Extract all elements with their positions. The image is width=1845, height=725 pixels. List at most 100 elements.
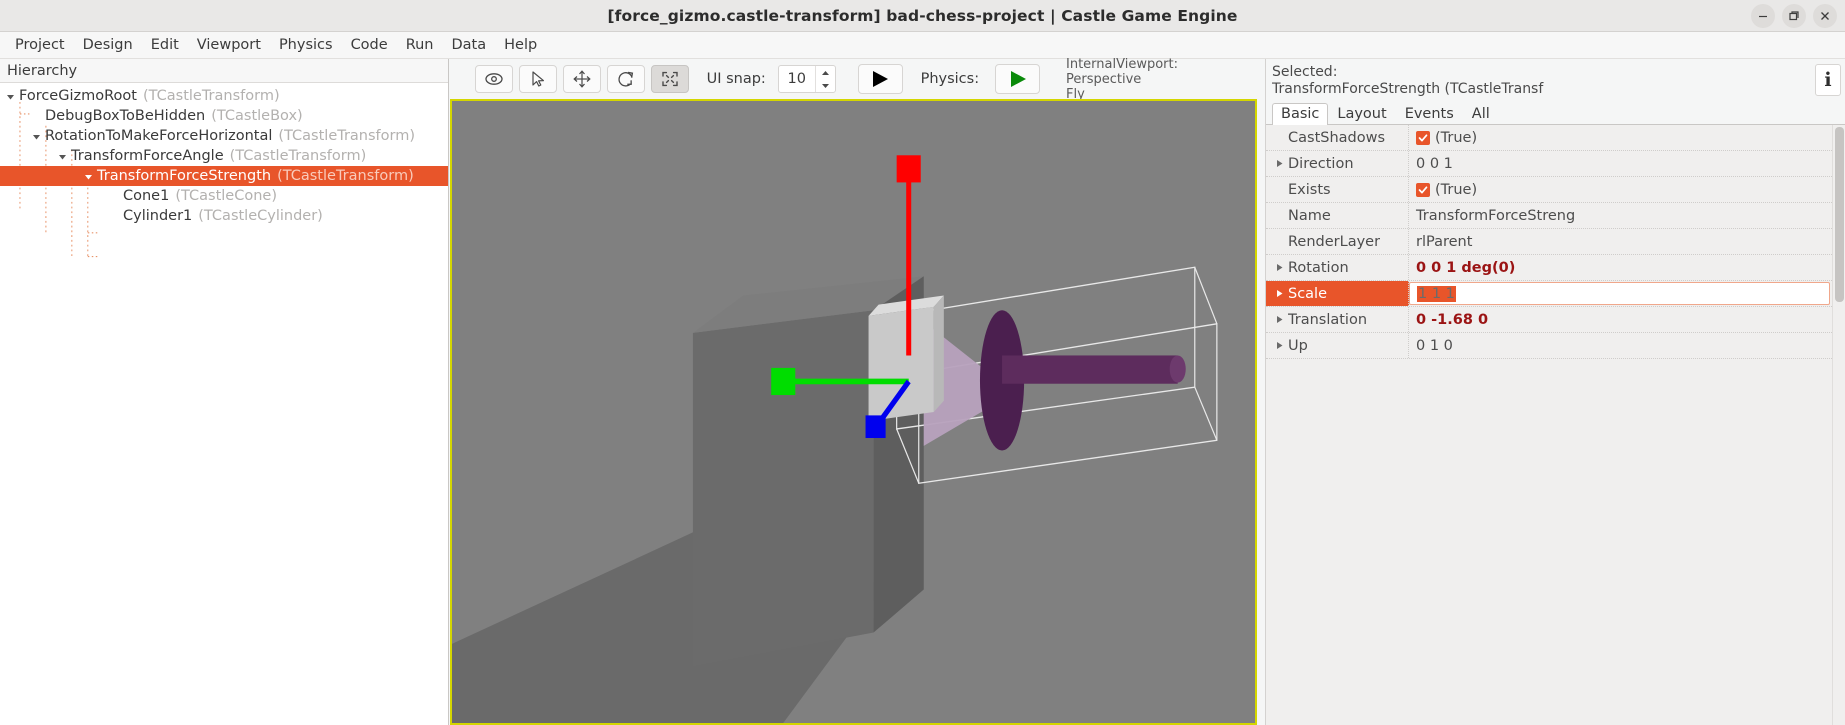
menu-item-code[interactable]: Code [342, 34, 397, 56]
tree-node-name: RotationToMakeForceHorizontal [45, 128, 273, 144]
gizmo-y-handle [896, 155, 921, 183]
menu-item-project[interactable]: Project [6, 34, 74, 56]
menu-item-design[interactable]: Design [74, 34, 142, 56]
property-name[interactable]: CastShadows [1266, 125, 1409, 150]
property-value[interactable]: rlParent [1409, 229, 1832, 254]
tab-basic[interactable]: Basic [1272, 103, 1329, 125]
hierarchy-panel: Hierarchy ForceGizmoRoot (TCastleTransfor… [0, 59, 449, 725]
property-name[interactable]: Direction [1266, 151, 1409, 176]
tree-node[interactable]: TransformForceStrength (TCastleTransform) [0, 166, 448, 186]
viewport-info-label: InternalViewport: Perspective Fly [1066, 56, 1178, 102]
ui-snap-value[interactable]: 10 [779, 66, 815, 92]
select-tool-button[interactable] [518, 65, 557, 93]
expand-triangle-icon[interactable] [1275, 340, 1286, 351]
tree-node[interactable]: ForceGizmoRoot (TCastleTransform) [0, 86, 448, 106]
property-value-text: (True) [1435, 181, 1478, 198]
tree-node-class: (TCastleCone) [175, 188, 277, 204]
tree-node[interactable]: Cylinder1 (TCastleCylinder) [0, 206, 448, 226]
expand-triangle-icon[interactable] [82, 170, 95, 183]
tab-all[interactable]: All [1463, 103, 1499, 125]
menu-item-help[interactable]: Help [495, 34, 546, 56]
property-name[interactable]: Scale [1266, 281, 1409, 306]
property-row[interactable]: Scale 1 1 1 [1266, 281, 1832, 307]
property-value[interactable]: (True) [1409, 177, 1832, 202]
expand-triangle-icon[interactable] [4, 90, 17, 103]
menu-bar: Project Design Edit Viewport Physics Code Run D… [0, 32, 1845, 59]
menu-item-edit[interactable]: Edit [142, 34, 188, 56]
toggle-visibility-button[interactable] [474, 65, 513, 93]
property-row[interactable]: CastShadows (True) [1266, 125, 1832, 151]
physics-play-button[interactable] [995, 64, 1040, 94]
tree-node[interactable]: DebugBoxToBeHidden (TCastleBox) [0, 106, 448, 126]
property-row[interactable]: Exists (True) [1266, 177, 1832, 203]
property-value[interactable]: TransformForceStreng [1409, 203, 1832, 228]
rotate-tool-button[interactable] [606, 65, 645, 93]
scrollbar-thumb[interactable] [1835, 127, 1844, 302]
property-value[interactable]: 0 1 0 [1409, 333, 1832, 358]
tree-node[interactable]: Cone1 (TCastleCone) [0, 186, 448, 206]
info-icon[interactable]: i [1815, 64, 1841, 96]
property-name[interactable]: Exists [1266, 177, 1409, 202]
property-name[interactable]: Up [1266, 333, 1409, 358]
inspector-tabs: Basic Layout Events All [1266, 101, 1845, 125]
property-row[interactable]: Direction 0 0 1 [1266, 151, 1832, 177]
spin-down-icon[interactable] [816, 79, 835, 92]
property-value[interactable]: 0 -1.68 0 [1409, 307, 1832, 332]
property-row[interactable]: Name TransformForceStreng [1266, 203, 1832, 229]
tree-node-class: (TCastleTransform) [278, 128, 416, 144]
physics-label: Physics: [920, 71, 980, 87]
property-grid: CastShadows (True) Direction 0 0 1 Exists (Tr… [1266, 125, 1845, 725]
window-title: [force_gizmo.castle-transform] bad-chess… [607, 6, 1238, 25]
ui-snap-stepper[interactable]: 10 [777, 65, 836, 93]
expand-triangle-icon[interactable] [30, 130, 43, 143]
run-button[interactable] [857, 64, 903, 94]
property-name-label: Translation [1288, 311, 1368, 328]
maximize-button[interactable] [1782, 4, 1806, 28]
hierarchy-tree[interactable]: ForceGizmoRoot (TCastleTransform) DebugBox… [0, 83, 448, 725]
translate-tool-button[interactable] [562, 65, 601, 93]
property-value-text: 0 0 1 deg(0) [1416, 259, 1516, 276]
close-button[interactable] [1813, 4, 1837, 28]
menu-item-viewport[interactable]: Viewport [188, 34, 270, 56]
property-grid-scrollbar[interactable] [1832, 125, 1845, 725]
property-value[interactable]: 0 0 1 [1409, 151, 1832, 176]
ui-snap-spin-buttons[interactable] [814, 66, 835, 92]
minimize-button[interactable] [1751, 4, 1775, 28]
tree-node[interactable]: TransformForceAngle (TCastleTransform) [0, 146, 448, 166]
property-name-label: CastShadows [1288, 129, 1386, 146]
expand-triangle-icon[interactable] [1275, 314, 1286, 325]
menu-item-data[interactable]: Data [443, 34, 496, 56]
tree-node-class: (TCastleTransform) [277, 168, 414, 184]
expand-triangle-icon[interactable] [1275, 288, 1286, 299]
main-body: Hierarchy ForceGizmoRoot (TCastleTransfor… [0, 56, 1845, 725]
property-name[interactable]: Translation [1266, 307, 1409, 332]
tab-events[interactable]: Events [1396, 103, 1463, 125]
tab-layout[interactable]: Layout [1328, 103, 1395, 125]
property-row[interactable]: Translation 0 -1.68 0 [1266, 307, 1832, 333]
property-row[interactable]: Rotation 0 0 1 deg(0) [1266, 255, 1832, 281]
expand-triangle-icon[interactable] [1275, 158, 1286, 169]
menu-item-run[interactable]: Run [397, 34, 443, 56]
property-row[interactable]: RenderLayer rlParent [1266, 229, 1832, 255]
expand-triangle-icon[interactable] [56, 150, 69, 163]
checkbox-checked-icon[interactable] [1416, 130, 1430, 145]
property-name[interactable]: Name [1266, 203, 1409, 228]
property-value[interactable]: 0 0 1 deg(0) [1409, 255, 1832, 280]
tree-node-class: (TCastleTransform) [142, 88, 280, 104]
property-row[interactable]: Up 0 1 0 [1266, 333, 1832, 359]
property-value[interactable]: 1 1 1 [1409, 282, 1830, 305]
spin-up-icon[interactable] [816, 66, 835, 79]
expand-triangle-icon[interactable] [1275, 262, 1286, 273]
property-name[interactable]: RenderLayer [1266, 229, 1409, 254]
menu-item-physics[interactable]: Physics [270, 34, 342, 56]
tree-node[interactable]: RotationToMakeForceHorizontal (TCastleTra… [0, 126, 448, 146]
checkbox-checked-icon[interactable] [1416, 182, 1430, 197]
property-name[interactable]: Rotation [1266, 255, 1409, 280]
scale-tool-button[interactable] [650, 65, 689, 93]
ui-snap-label: UI snap: [706, 71, 766, 87]
property-value[interactable]: (True) [1409, 125, 1832, 150]
3d-viewport[interactable] [450, 99, 1257, 725]
viewport-panel: UI snap: 10 Physics: InternalViewport: P… [449, 56, 1265, 725]
property-value-text: rlParent [1416, 233, 1473, 250]
tree-node-name: DebugBoxToBeHidden [45, 108, 206, 124]
